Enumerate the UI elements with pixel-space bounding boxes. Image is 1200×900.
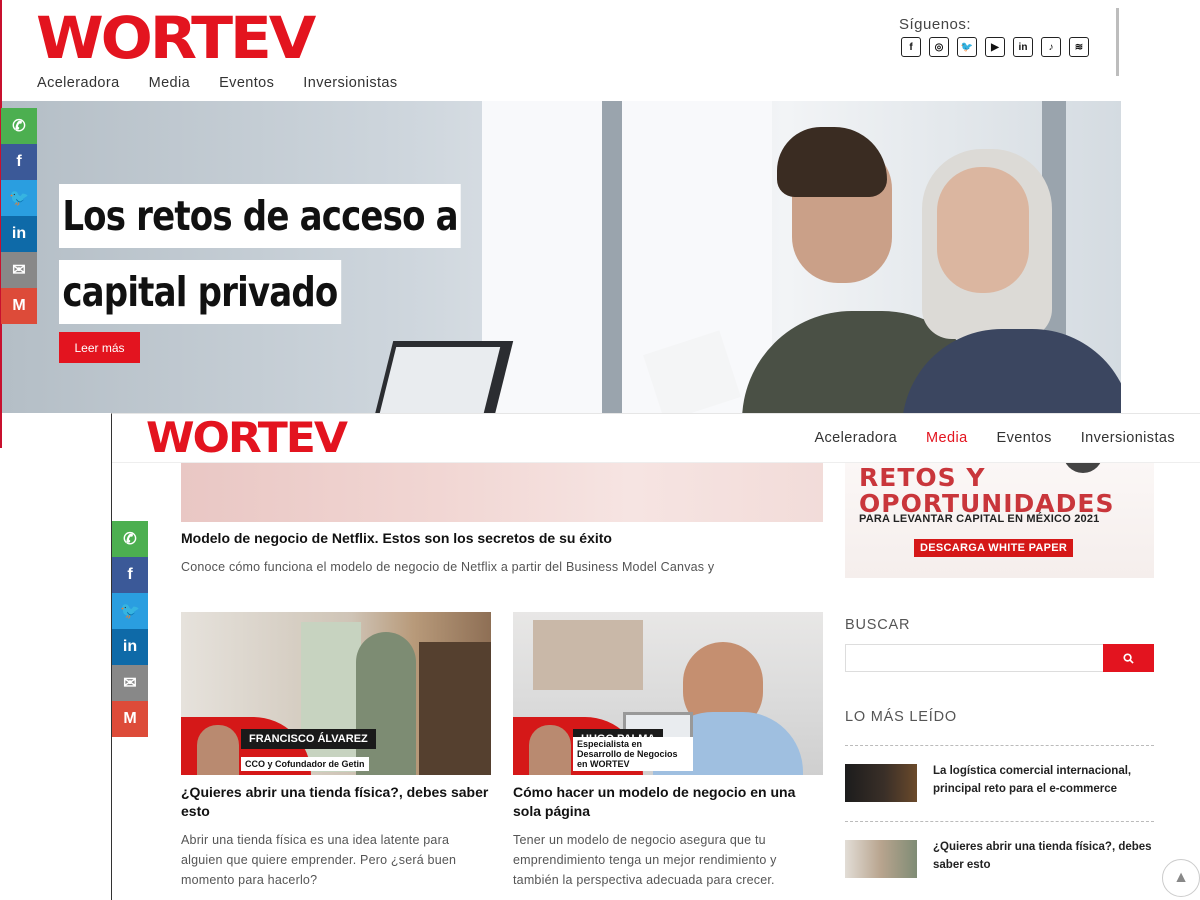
facebook-icon[interactable]: f <box>1 144 37 180</box>
twitter-icon[interactable]: 🐦 <box>1 180 37 216</box>
article-card-title[interactable]: Cómo hacer un modelo de negocio en una s… <box>513 783 823 821</box>
gmail-icon[interactable]: M <box>112 701 148 737</box>
divider <box>845 745 1154 746</box>
article-card: FRANCISCO ÁLVAREZ CCO y Cofundador de Ge… <box>181 612 491 890</box>
twitter-icon[interactable]: 🐦 <box>957 37 977 57</box>
youtube-icon[interactable]: ▶ <box>985 37 1005 57</box>
social-links: f ◎ 🐦 ▶ in ♪ ≋ <box>901 37 1089 57</box>
follow-label: Síguenos: <box>899 16 972 33</box>
top-page-screenshot: WORTEV Aceleradora Media Eventos Inversi… <box>0 0 1121 448</box>
popular-item-thumbnail[interactable] <box>845 764 917 802</box>
spotify-icon[interactable]: ≋ <box>1069 37 1089 57</box>
hero-photo-laptop-screen <box>379 347 501 413</box>
author-role: Especialista en Desarrollo de Negocios e… <box>573 737 693 771</box>
nav-item-eventos[interactable]: Eventos <box>219 75 274 91</box>
photo-shelves <box>533 620 643 690</box>
read-more-button[interactable]: Leer más <box>59 332 140 363</box>
site-logo[interactable]: WORTEV <box>36 9 316 67</box>
article-card-excerpt: Tener un modelo de negocio asegura que t… <box>513 833 777 887</box>
whatsapp-icon[interactable]: ✆ <box>1 108 37 144</box>
author-photo <box>529 725 571 775</box>
article-card-title[interactable]: ¿Quieres abrir una tienda física?, debes… <box>181 783 491 821</box>
nav-item-inversionistas[interactable]: Inversionistas <box>303 75 397 91</box>
nav-item-aceleradora[interactable]: Aceleradora <box>814 430 897 446</box>
author-badge: HUGO PALMA Especialista en Desarrollo de… <box>513 717 753 775</box>
email-icon[interactable]: ✉ <box>1 252 37 288</box>
nav-item-media[interactable]: Media <box>149 75 191 91</box>
hero-photo-woman-face <box>937 167 1029 293</box>
facebook-icon[interactable]: f <box>901 37 921 57</box>
linkedin-icon[interactable]: in <box>1 216 37 252</box>
photo-rack <box>419 642 491 775</box>
facebook-icon[interactable]: f <box>112 557 148 593</box>
promo-headline: RETOS Y OPORTUNIDADES <box>859 463 1115 518</box>
article-card-image[interactable]: HUGO PALMA Especialista en Desarrollo de… <box>513 612 823 775</box>
popular-item-title[interactable]: ¿Quieres abrir una tienda física?, debes… <box>933 838 1165 878</box>
back-to-top-button[interactable]: ▲ <box>1162 859 1200 897</box>
search-button[interactable] <box>1103 644 1154 672</box>
search-title: BUSCAR <box>845 617 911 633</box>
nav-item-inversionistas[interactable]: Inversionistas <box>1081 430 1175 446</box>
author-name: FRANCISCO ÁLVAREZ <box>241 729 376 749</box>
share-bar-top: ✆ f 🐦 in ✉ M <box>1 108 37 324</box>
nav-item-media[interactable]: Media <box>926 430 968 446</box>
bottom-page-screenshot: WORTEV Aceleradora Media Eventos Inversi… <box>111 413 1200 900</box>
featured-article-title[interactable]: Modelo de negocio de Netflix. Estos son … <box>181 530 612 546</box>
site-header: WORTEV Aceleradora Media Eventos Inversi… <box>112 414 1200 463</box>
hero-window-frame <box>602 101 622 413</box>
scrollbar[interactable] <box>1116 8 1119 76</box>
white-paper-promo[interactable]: RETOS Y OPORTUNIDADES PARA LEVANTAR CAPI… <box>845 453 1154 578</box>
instagram-icon[interactable]: ◎ <box>929 37 949 57</box>
article-card-excerpt: Abrir una tienda física es una idea late… <box>181 833 457 887</box>
featured-article-excerpt: Conoce cómo funciona el modelo de negoci… <box>181 560 715 574</box>
nav-item-eventos[interactable]: Eventos <box>997 430 1052 446</box>
featured-article-image[interactable] <box>181 463 823 522</box>
hero-title-line1: Los retos de acceso a <box>59 184 462 248</box>
popular-item-thumbnail[interactable] <box>845 840 917 878</box>
email-icon[interactable]: ✉ <box>112 665 148 701</box>
arrow-up-icon: ▲ <box>1173 869 1189 886</box>
download-white-paper-button[interactable]: DESCARGA WHITE PAPER <box>914 539 1074 557</box>
main-nav: Aceleradora Media Eventos Inversionistas <box>814 430 1175 446</box>
hero-title-line2: capital privado <box>59 260 341 324</box>
hero-banner: Los retos de acceso a capital privado Le… <box>2 101 1121 413</box>
promo-subline: PARA LEVANTAR CAPITAL EN MÉXICO 2021 <box>859 513 1100 525</box>
author-role: CCO y Cofundador de Getin <box>241 757 369 771</box>
nav-item-aceleradora[interactable]: Aceleradora <box>37 75 120 91</box>
popular-item[interactable]: ¿Quieres abrir una tienda física?, debes… <box>845 840 1165 878</box>
popular-title: LO MÁS LEÍDO <box>845 709 957 725</box>
author-photo <box>197 725 239 775</box>
search-input[interactable] <box>845 644 1104 672</box>
hero-photo-man-hair <box>777 127 887 197</box>
popular-item-title[interactable]: La logística comercial internacional, pr… <box>933 762 1165 802</box>
author-badge: FRANCISCO ÁLVAREZ CCO y Cofundador de Ge… <box>181 717 421 775</box>
main-nav: Aceleradora Media Eventos Inversionistas <box>37 75 398 91</box>
share-bar-bottom: ✆ f 🐦 in ✉ M <box>112 521 148 737</box>
site-logo[interactable]: WORTEV <box>146 416 348 460</box>
gmail-icon[interactable]: M <box>1 288 37 324</box>
article-card-image[interactable]: FRANCISCO ÁLVAREZ CCO y Cofundador de Ge… <box>181 612 491 775</box>
whatsapp-icon[interactable]: ✆ <box>112 521 148 557</box>
tiktok-icon[interactable]: ♪ <box>1041 37 1061 57</box>
popular-item[interactable]: La logística comercial internacional, pr… <box>845 764 1165 802</box>
twitter-icon[interactable]: 🐦 <box>112 593 148 629</box>
search-icon <box>1123 652 1134 664</box>
linkedin-icon[interactable]: in <box>112 629 148 665</box>
article-card: HUGO PALMA Especialista en Desarrollo de… <box>513 612 823 890</box>
linkedin-icon[interactable]: in <box>1013 37 1033 57</box>
divider <box>845 821 1154 822</box>
